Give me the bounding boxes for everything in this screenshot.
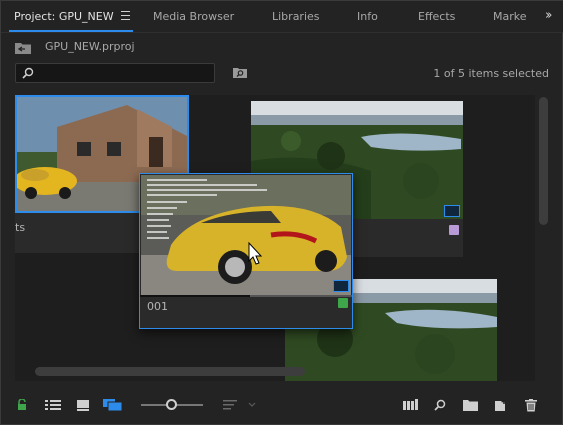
horizontal-scrollbar[interactable] [15, 367, 535, 376]
project-panel: Project: GPU_NEW Media Browser Libraries… [0, 0, 563, 425]
car-thumbnail-image [141, 175, 351, 295]
trash-icon[interactable] [525, 399, 537, 412]
panel-tab-bar: Project: GPU_NEW Media Browser Libraries… [1, 1, 563, 33]
item-name[interactable]: ts [15, 221, 25, 234]
tab-project[interactable]: Project: GPU_NEW [14, 10, 114, 23]
item-label-color[interactable] [449, 225, 459, 235]
dragged-project-item-001[interactable]: 001 [139, 173, 353, 329]
tab-overflow-icon[interactable]: ›› [545, 8, 553, 23]
multicam-sequence-badge-icon [333, 280, 349, 292]
selection-status: 1 of 5 items selected [433, 67, 549, 80]
parent-folder-icon[interactable] [15, 42, 31, 54]
tab-info[interactable]: Info [357, 10, 378, 23]
item-thumbnail [141, 175, 351, 295]
search-input[interactable] [15, 63, 215, 83]
zoom-slider-knob[interactable] [166, 399, 177, 410]
sort-dropdown-chevron-icon[interactable] [248, 402, 256, 408]
panel-bottom-toolbar [1, 391, 563, 421]
tab-media-browser[interactable]: Media Browser [153, 10, 234, 23]
icon-view-icon[interactable] [77, 399, 89, 411]
new-item-icon[interactable] [495, 399, 508, 412]
tab-libraries[interactable]: Libraries [272, 10, 320, 23]
item-label-color[interactable] [338, 298, 348, 308]
playhead-track [140, 295, 352, 297]
new-search-bin-icon[interactable] [233, 67, 247, 78]
freeform-view-icon[interactable] [103, 399, 123, 411]
vertical-scroll-thumb[interactable] [539, 97, 548, 225]
horizontal-scroll-thumb[interactable] [35, 367, 305, 376]
tab-markers[interactable]: Marke [493, 10, 527, 23]
item-name[interactable]: 001 [147, 300, 168, 313]
tab-effects[interactable]: Effects [418, 10, 455, 23]
automate-to-sequence-icon[interactable] [403, 399, 418, 411]
vertical-scrollbar[interactable] [539, 95, 548, 381]
new-bin-icon[interactable] [463, 399, 478, 411]
find-icon[interactable] [434, 399, 446, 411]
project-file-name: GPU_NEW.prproj [45, 40, 135, 53]
search-icon [22, 67, 34, 79]
video-clip-badge-icon [444, 205, 460, 217]
list-view-icon[interactable] [45, 399, 61, 411]
sort-icon[interactable] [223, 399, 237, 411]
lock-icon[interactable] [17, 399, 27, 411]
panel-menu-icon[interactable] [121, 11, 130, 20]
active-tab-indicator [9, 30, 133, 32]
